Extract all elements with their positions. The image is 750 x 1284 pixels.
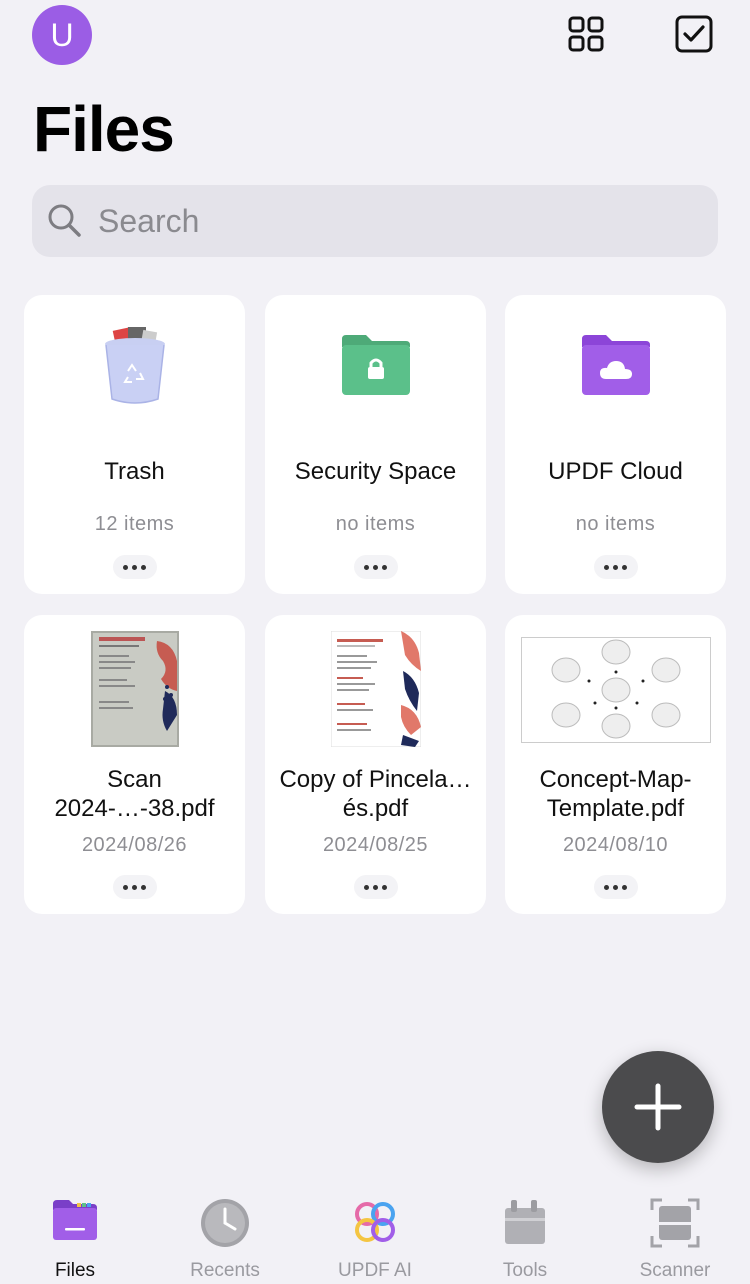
search-bar[interactable] [32,185,718,257]
more-options-button[interactable] [353,555,398,579]
folder-card-security-space[interactable]: Security Space no items [265,295,486,594]
grid-view-icon[interactable] [566,14,606,54]
toolbox-icon [505,1200,545,1244]
file-date: 2024/08/26 [81,834,188,856]
page-title: Files [33,93,175,165]
file-date: 2024/08/10 [562,834,669,856]
tab-bar: Files Recents UPDF AI Tools Scanner [0,1180,750,1284]
folder-item-count: no items [575,513,656,535]
more-options-button[interactable] [593,555,638,579]
folder-name: UPDF Cloud [548,458,683,485]
tab-label: Scanner [639,1260,711,1281]
clock-icon [201,1199,249,1247]
more-options-button[interactable] [353,875,398,899]
search-input[interactable] [96,201,660,241]
file-thumbnail [330,631,421,747]
files-folder-icon [53,1200,97,1240]
locked-folder-icon [341,335,410,395]
scanner-icon [650,1198,700,1248]
tab-label: Recents [190,1260,260,1281]
more-options-button[interactable] [112,555,157,579]
add-button[interactable] [602,1051,714,1163]
file-name: Scan 2024-…-38.pdf [54,766,215,822]
file-card[interactable]: Copy of Pincela…és.pdf 2024/08/25 [265,615,486,914]
select-checkbox-icon[interactable] [674,14,714,54]
updf-ai-icon [355,1202,395,1242]
plus-icon [634,1083,682,1131]
tab-updf-ai[interactable]: UPDF AI [300,1180,450,1284]
tab-label: Files [54,1260,96,1281]
search-icon [48,204,81,237]
more-options-button[interactable] [593,875,638,899]
file-thumbnail [520,637,711,743]
tab-label: UPDF AI [338,1260,412,1281]
folder-item-count: 12 items [94,513,175,535]
more-options-button[interactable] [112,875,157,899]
file-card[interactable]: Concept-Map-Template.pdf 2024/08/10 [505,615,726,914]
folder-name: Security Space [294,458,457,485]
tab-label: Tools [502,1260,548,1281]
tab-scanner[interactable]: Scanner [600,1180,750,1284]
tab-recents[interactable]: Recents [150,1180,300,1284]
folder-card-trash[interactable]: Trash 12 items [24,295,245,594]
avatar[interactable]: U [32,5,92,65]
cloud-folder-icon [581,335,650,395]
tab-files[interactable]: Files [0,1180,150,1284]
folder-name: Trash [104,458,165,485]
file-name: Copy of Pincela…és.pdf [279,766,472,822]
file-thumbnail [90,631,179,747]
trash-icon [104,327,165,404]
file-date: 2024/08/25 [322,834,429,856]
file-name: Concept-Map-Template.pdf [539,766,692,822]
file-card[interactable]: Scan 2024-…-38.pdf 2024/08/26 [24,615,245,914]
tab-tools[interactable]: Tools [450,1180,600,1284]
folder-card-updf-cloud[interactable]: UPDF Cloud no items [505,295,726,594]
folder-item-count: no items [335,513,416,535]
